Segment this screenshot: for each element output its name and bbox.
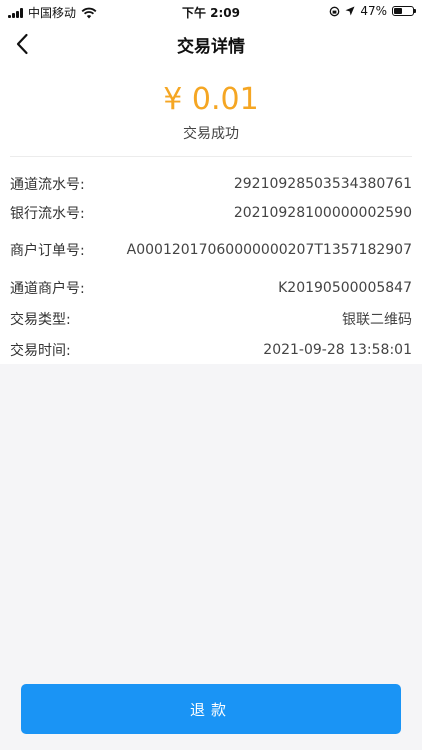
transaction-amount: ¥ 0.01 (163, 82, 259, 117)
status-bar: 中国移动 下午 2:09 47% (0, 0, 422, 22)
refund-button[interactable]: 退款 (21, 684, 401, 734)
status-right: 47% (329, 4, 416, 18)
detail-row-bank-serial: 银行流水号: 20210928100000002590 (10, 202, 412, 224)
detail-label: 通道流水号: (10, 177, 85, 193)
battery-percent: 47% (360, 4, 387, 18)
nav-bar: 交易详情 (0, 22, 422, 66)
detail-row-channel-serial: 通道流水号: 29210928503534380761 (10, 173, 412, 195)
detail-value: 29210928503534380761 (233, 176, 412, 192)
rotation-lock-icon (329, 6, 340, 16)
detail-row-transaction-time: 交易时间: 2021-09-28 13:58:01 (10, 339, 412, 361)
detail-value: K20190500005847 (278, 280, 412, 296)
battery-fill (394, 8, 403, 14)
divider (10, 156, 412, 157)
detail-label: 银行流水号: (10, 206, 85, 222)
detail-row-transaction-type: 交易类型: 银联二维码 (10, 308, 412, 330)
detail-row-channel-merchant: 通道商户号: K20190500005847 (10, 277, 412, 299)
detail-value: A0001201706000000020​7T1357182907 (126, 242, 412, 258)
detail-value: 银联二维码 (342, 312, 412, 328)
detail-value: 20210928100000002590 (233, 205, 412, 221)
detail-label: 交易类型: (10, 312, 71, 328)
transaction-card: ¥ 0.01 交易成功 通道流水号: 29210928503534380761 … (0, 66, 422, 364)
detail-label: 商户订单号: (10, 243, 85, 259)
detail-label: 交易时间: (10, 343, 71, 359)
detail-label: 通道商户号: (10, 281, 85, 297)
detail-row-merchant-order: 商户订单号: A0001201706000000020​7T1357182907 (10, 239, 412, 261)
transaction-status: 交易成功 (183, 126, 239, 142)
battery-icon (392, 6, 416, 16)
location-arrow-icon (345, 6, 355, 16)
page-title: 交易详情 (177, 37, 245, 57)
detail-value: 2021-09-28 13:58:01 (263, 342, 412, 358)
